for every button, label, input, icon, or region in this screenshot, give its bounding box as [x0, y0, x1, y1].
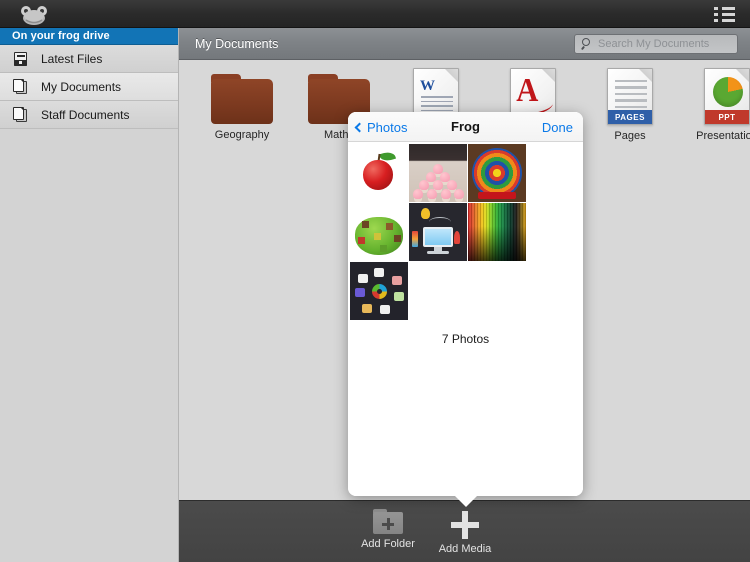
bottom-toolbar: Add Folder Add Media — [179, 500, 750, 562]
pages-badge-label: PAGES — [608, 110, 652, 124]
popover-title: Frog — [451, 119, 480, 134]
sidebar-item-latest-files[interactable]: Latest Files — [0, 45, 178, 73]
photo-picker-popover: Photos Frog Done 7 Photos — [348, 112, 583, 507]
photo-thumbnail-icon-hub-graphic[interactable] — [350, 262, 408, 320]
search-input[interactable] — [598, 38, 734, 50]
photo-grid — [348, 142, 583, 320]
sidebar: On your frog drive Latest Files My Docum… — [0, 28, 179, 562]
file-item-presentation[interactable]: PPT Presentation — [678, 68, 750, 142]
file-item-pages-document[interactable]: PAGES Pages — [581, 68, 679, 142]
file-label: Pages — [614, 130, 646, 142]
photo-thumbnail-rainbow-colour-bars[interactable] — [468, 203, 526, 261]
back-to-photos-button[interactable]: Photos — [354, 112, 408, 142]
photo-thumbnail-pink-cupcake-tower[interactable] — [409, 144, 467, 202]
main-header: My Documents — [179, 28, 750, 60]
app-root: On your frog drive Latest Files My Docum… — [0, 0, 750, 562]
sidebar-item-label: My Documents — [41, 79, 122, 94]
pages-document-icon: PAGES — [607, 68, 653, 125]
top-bar — [0, 0, 750, 28]
sidebar-item-my-documents[interactable]: My Documents — [0, 73, 178, 101]
photo-count-label: 7 Photos — [441, 332, 490, 346]
sidebar-item-label: Staff Documents — [41, 107, 130, 122]
sidebar-header: On your frog drive — [0, 28, 178, 45]
sidebar-empty-area — [0, 129, 178, 562]
documents-icon — [12, 106, 29, 124]
sidebar-item-staff-documents[interactable]: Staff Documents — [0, 101, 178, 129]
powerpoint-document-icon: PPT — [704, 68, 750, 125]
page-title: My Documents — [195, 36, 279, 51]
folder-icon — [211, 74, 273, 124]
add-media-label: Add Media — [438, 543, 492, 555]
documents-icon — [12, 78, 29, 96]
popover-header: Photos Frog Done — [348, 112, 583, 142]
file-item-geography[interactable]: Geography — [193, 74, 291, 141]
popover-arrow — [453, 495, 478, 507]
file-tray-icon — [12, 50, 29, 68]
ppt-badge-label: PPT — [705, 110, 749, 124]
add-media-button[interactable]: Add Media — [420, 511, 510, 555]
sidebar-item-label: Latest Files — [41, 51, 103, 66]
frog-logo[interactable] — [18, 4, 50, 25]
search-box[interactable] — [574, 34, 738, 54]
file-label: Geography — [214, 129, 270, 141]
photo-thumbnail-red-apple[interactable] — [350, 144, 408, 202]
add-folder-icon — [373, 509, 403, 534]
done-button[interactable]: Done — [542, 112, 573, 142]
chevron-left-icon — [354, 122, 365, 132]
back-button-label: Photos — [367, 119, 408, 135]
add-media-icon — [451, 511, 479, 539]
photo-thumbnail-green-minecraft-cake[interactable] — [350, 203, 408, 261]
file-label: Presentation — [696, 130, 750, 142]
search-icon — [580, 38, 593, 51]
list-view-icon[interactable] — [714, 7, 736, 22]
photo-thumbnail-computer-illustration[interactable] — [409, 203, 467, 261]
photo-thumbnail-rainbow-smartie-cake[interactable] — [468, 144, 526, 202]
